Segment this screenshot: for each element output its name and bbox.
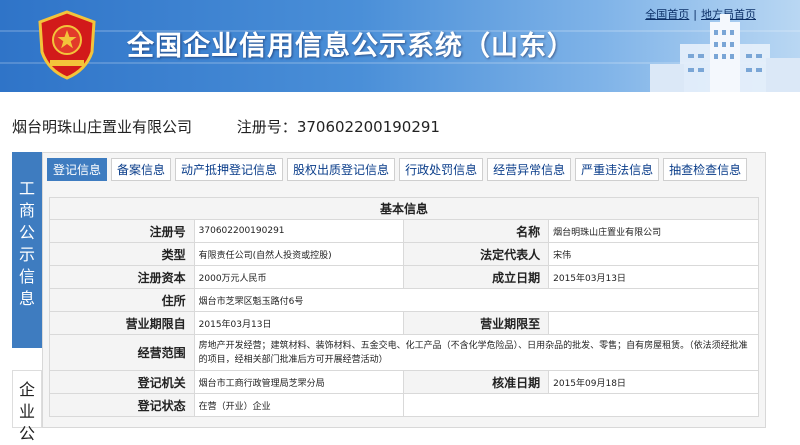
- term-from-label: 营业期限自: [49, 311, 195, 335]
- header-banner: 全国企业信用信息公示系统（山东） 全国首页|地方局首页: [0, 0, 800, 92]
- legal-rep-label: 法定代表人: [403, 242, 550, 266]
- table-row: 注册号 370602200190291 名称 烟台明珠山庄置业有限公司: [49, 219, 759, 243]
- table-row: 注册资本 2000万元人民币 成立日期 2015年03月13日: [49, 265, 759, 289]
- tab-spot-check[interactable]: 抽查检查信息: [663, 158, 748, 181]
- reg-no-label: 注册号: [49, 219, 195, 243]
- tab-chattel-mortgage[interactable]: 动产抵押登记信息: [175, 158, 284, 181]
- section-title: 基本信息: [49, 197, 759, 220]
- national-emblem-icon: [38, 10, 96, 80]
- table-row: 住所 烟台市芝罘区魁玉路付6号: [49, 288, 760, 312]
- term-to-value: [548, 311, 759, 335]
- tab-abnormal-operation[interactable]: 经营异常信息: [487, 158, 572, 181]
- tab-registration-info[interactable]: 登记信息: [47, 158, 108, 181]
- site-title: 全国企业信用信息公示系统（山东）: [127, 31, 575, 62]
- reg-number: 370602200190291: [296, 118, 440, 136]
- reg-number-label: 注册号：: [236, 118, 297, 136]
- table-row: 类型 有限责任公司(自然人投资或控股) 法定代表人 宋伟: [49, 242, 759, 266]
- address-value: 烟台市芝罘区魁玉路付6号: [193, 288, 760, 312]
- term-to-label: 营业期限至: [403, 311, 550, 335]
- tab-serious-violation[interactable]: 严重违法信息: [575, 158, 660, 181]
- table-row: 登记机关 烟台市工商行政管理局芝罘分局 核准日期 2015年09月18日: [49, 370, 759, 394]
- info-panel: 登记信息 备案信息 动产抵押登记信息 股权出质登记信息 行政处罚信息 经营异常信…: [42, 152, 766, 428]
- company-heading: 烟台明珠山庄置业有限公司 注册号：370602200190291: [12, 116, 440, 137]
- building-icon: [650, 14, 800, 92]
- approved-label: 核准日期: [403, 370, 550, 394]
- status-label: 登记状态: [49, 393, 195, 417]
- scope-value: 房地产开发经营；建筑材料、装饰材料、五金交电、化工产品（不含化学危险品）、日用杂…: [193, 334, 760, 371]
- table-row: 登记状态 在营（开业）企业: [49, 393, 759, 417]
- reg-no-value: 370602200190291: [193, 219, 405, 243]
- approved-value: 2015年09月18日: [548, 370, 759, 394]
- type-value: 有限责任公司(自然人投资或控股): [193, 242, 405, 266]
- term-from-value: 2015年03月13日: [193, 311, 405, 335]
- capital-value: 2000万元人民币: [193, 265, 405, 289]
- scope-label: 经营范围: [49, 334, 195, 371]
- legal-rep-value: 宋伟: [548, 242, 759, 266]
- company-name: 烟台明珠山庄置业有限公司: [12, 118, 193, 136]
- tab-filing-info[interactable]: 备案信息: [111, 158, 172, 181]
- founded-label: 成立日期: [403, 265, 550, 289]
- table-row: 营业期限自 2015年03月13日 营业期限至: [49, 311, 759, 335]
- address-label: 住所: [49, 288, 195, 312]
- tab-admin-penalty[interactable]: 行政处罚信息: [399, 158, 484, 181]
- name-value: 烟台明珠山庄置业有限公司: [548, 219, 759, 243]
- empty-cell: [403, 393, 759, 417]
- capital-label: 注册资本: [49, 265, 195, 289]
- tab-equity-pledge[interactable]: 股权出质登记信息: [287, 158, 396, 181]
- info-tabs: 登记信息 备案信息 动产抵押登记信息 股权出质登记信息 行政处罚信息 经营异常信…: [47, 158, 748, 181]
- side-tab-enterprise-disclosure[interactable]: 企业公: [12, 370, 42, 443]
- authority-label: 登记机关: [49, 370, 195, 394]
- table-row: 经营范围 房地产开发经营；建筑材料、装饰材料、五金交电、化工产品（不含化学危险品…: [49, 334, 760, 371]
- founded-value: 2015年03月13日: [548, 265, 759, 289]
- authority-value: 烟台市工商行政管理局芝罘分局: [193, 370, 405, 394]
- basic-info-table: 基本信息 注册号 370602200190291 名称 烟台明珠山庄置业有限公司…: [49, 197, 760, 417]
- status-value: 在营（开业）企业: [193, 393, 405, 417]
- type-label: 类型: [49, 242, 195, 266]
- name-label: 名称: [403, 219, 550, 243]
- side-tab-business-disclosure[interactable]: 工商公示信息: [12, 152, 42, 348]
